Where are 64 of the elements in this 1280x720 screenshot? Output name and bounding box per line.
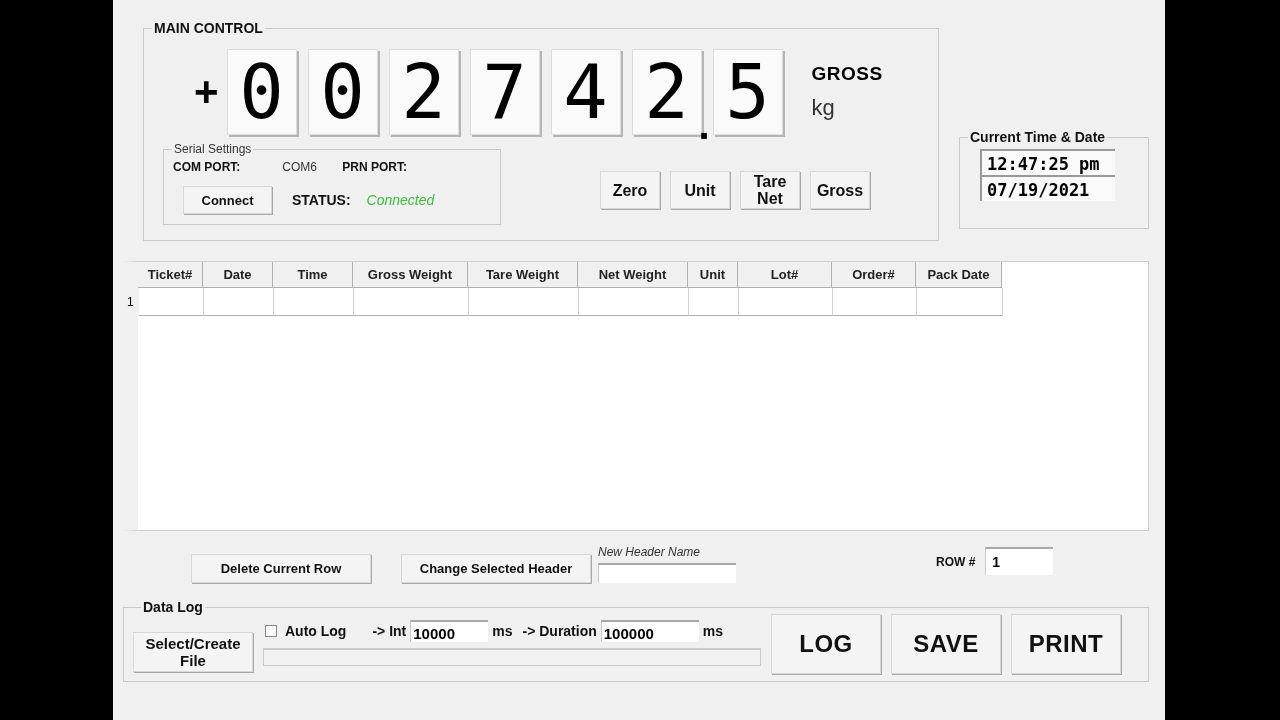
duration-field[interactable]: 100000 <box>600 620 699 642</box>
column-header[interactable]: Order# <box>832 262 916 288</box>
log-action-button[interactable]: SAVE <box>891 614 1001 674</box>
table-cell[interactable] <box>917 288 1003 316</box>
connect-button[interactable]: Connect <box>183 186 272 214</box>
table-cell[interactable] <box>139 288 204 316</box>
table-cell[interactable] <box>739 288 833 316</box>
group-title: Current Time & Date <box>969 129 1107 145</box>
column-header[interactable]: Ticket# <box>138 262 203 288</box>
interval-label: -> Int <box>372 623 407 639</box>
log-action-button[interactable]: PRINT <box>1011 614 1121 674</box>
digit-display: 0 <box>307 49 378 135</box>
table-cell[interactable] <box>833 288 917 316</box>
table-cell[interactable] <box>469 288 579 316</box>
date-display: 07/19/2021 <box>980 175 1115 201</box>
table-cell[interactable] <box>689 288 739 316</box>
digit-display: 7 <box>469 49 540 135</box>
mode-label: GROSS <box>811 63 883 85</box>
prn-port-label: PRN PORT: <box>342 160 407 174</box>
com-port-label: COM PORT: <box>173 160 241 174</box>
column-header[interactable]: Lot# <box>738 262 832 288</box>
auto-log-label: Auto Log <box>285 623 347 639</box>
table-cell[interactable] <box>274 288 354 316</box>
row-label: ROW # <box>936 555 976 569</box>
column-header[interactable]: Gross Weight <box>353 262 468 288</box>
status-value: Connected <box>366 192 435 208</box>
scale-button[interactable]: Gross <box>810 171 870 209</box>
column-header[interactable]: Time <box>273 262 353 288</box>
digit-display: 5 <box>712 49 783 135</box>
table-cell[interactable] <box>204 288 274 316</box>
column-header[interactable]: Date <box>203 262 273 288</box>
delete-row-button[interactable]: Delete Current Row <box>191 554 371 583</box>
group-title: Serial Settings <box>173 142 253 156</box>
auto-log-checkbox[interactable] <box>265 625 277 637</box>
new-header-field[interactable] <box>598 563 736 583</box>
digit-display: 2 <box>631 49 702 135</box>
duration-unit: ms <box>702 623 723 639</box>
digit-display: 4 <box>550 49 621 135</box>
digit-display: 2 <box>388 49 459 135</box>
table-cell[interactable] <box>579 288 689 316</box>
group-title: Data Log <box>142 599 204 615</box>
column-header[interactable]: Unit <box>688 262 738 288</box>
com-port-value: COM6 <box>282 160 318 174</box>
select-file-button[interactable]: Select/Create File <box>133 632 253 672</box>
interval-unit: ms <box>492 623 513 639</box>
table-cell[interactable] <box>354 288 469 316</box>
interval-field[interactable]: 10000 <box>410 620 489 642</box>
scale-button[interactable]: Unit <box>670 171 730 209</box>
group-title: MAIN CONTROL <box>153 20 264 36</box>
digit-display: 0 <box>226 49 297 135</box>
log-action-button[interactable]: LOG <box>771 614 881 674</box>
row-number-field[interactable]: 1 <box>985 547 1054 575</box>
change-header-button[interactable]: Change Selected Header <box>401 554 591 583</box>
unit-label: kg <box>811 95 836 121</box>
column-header[interactable]: Pack Date <box>916 262 1002 288</box>
scale-button[interactable]: Tare Net <box>740 171 800 209</box>
new-header-label: New Header Name <box>598 545 702 559</box>
time-display: 12:47:25 pm <box>980 149 1115 175</box>
scale-button[interactable]: Zero <box>600 171 660 209</box>
sign: + <box>194 68 219 116</box>
column-header[interactable]: Net Weight <box>578 262 688 288</box>
column-header[interactable]: Tare Weight <box>468 262 578 288</box>
status-label: STATUS: <box>292 192 351 208</box>
duration-label: -> Duration <box>522 623 597 639</box>
